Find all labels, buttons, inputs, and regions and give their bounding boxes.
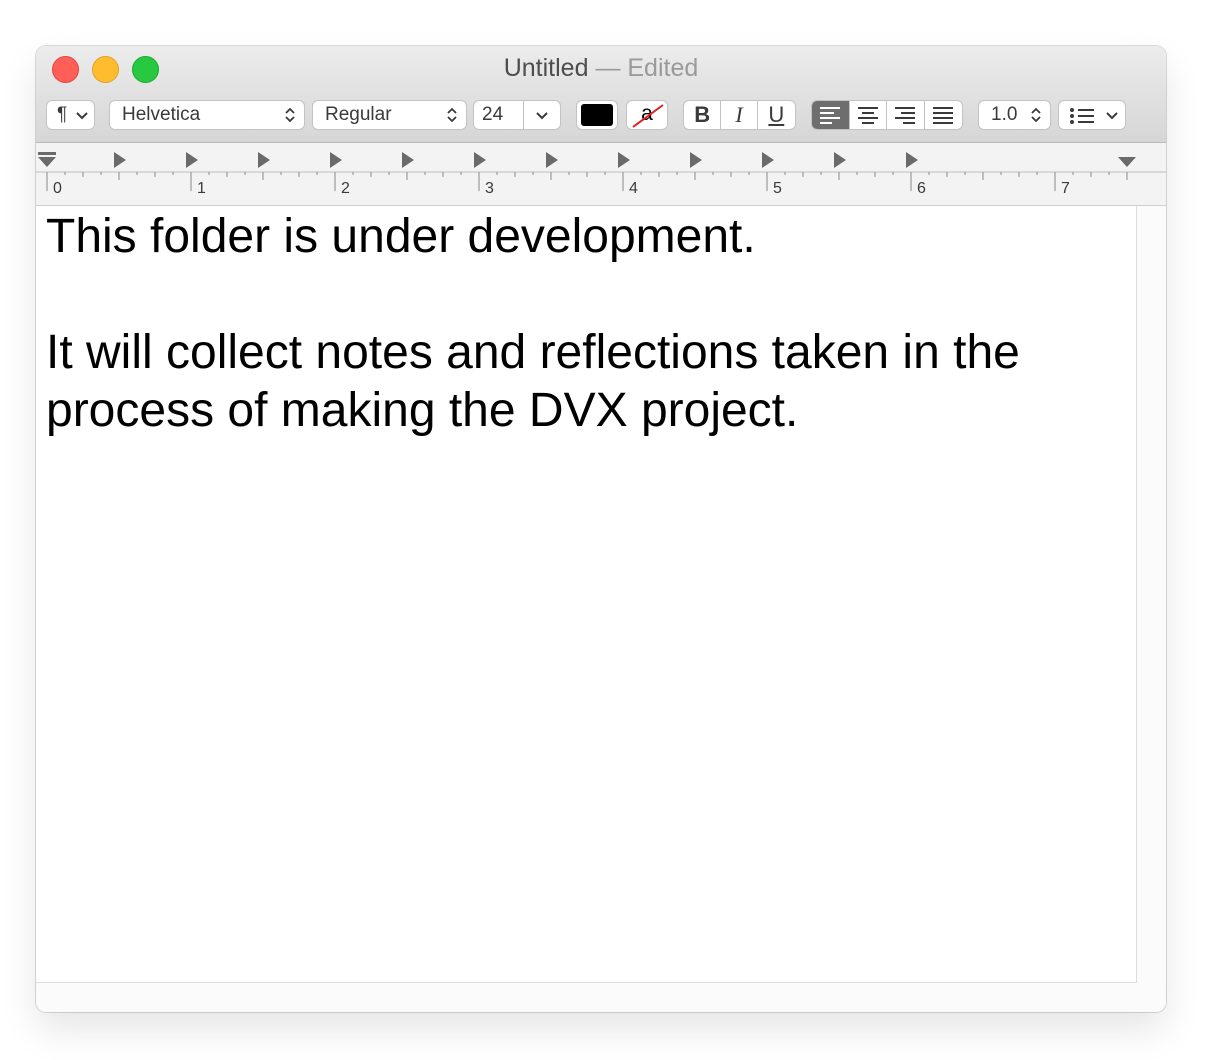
ruler-label: 0 xyxy=(53,180,62,197)
scrollbar-track[interactable] xyxy=(1137,206,1166,983)
no-highlight-icon xyxy=(632,104,664,128)
align-right-button[interactable] xyxy=(887,101,925,129)
font-family-value: Helvetica xyxy=(122,104,201,125)
chevron-down-icon xyxy=(1106,112,1118,120)
font-family-select[interactable]: Helvetica xyxy=(109,100,305,130)
ruler-label: 3 xyxy=(485,180,494,197)
tab-stop-marker[interactable] xyxy=(114,152,126,168)
divider xyxy=(523,101,524,129)
tab-stop-marker[interactable] xyxy=(330,152,342,168)
bulleted-list-icon xyxy=(1070,108,1094,124)
tab-stop-marker[interactable] xyxy=(402,152,414,168)
underline-button[interactable]: U xyxy=(758,101,795,129)
justify-button[interactable] xyxy=(925,101,962,129)
align-right-icon xyxy=(895,107,916,124)
ruler-label: 4 xyxy=(629,180,638,197)
ruler-label: 5 xyxy=(773,180,782,197)
document-name: Untitled xyxy=(503,54,589,82)
font-size-input[interactable]: 24 xyxy=(474,104,522,126)
ruler-label: 6 xyxy=(917,180,926,197)
paragraph: This folder is under development. xyxy=(46,210,756,263)
align-center-button[interactable] xyxy=(850,101,887,129)
ruler-label: 1 xyxy=(197,180,206,197)
empty-line xyxy=(46,266,1106,324)
tab-stop-marker[interactable] xyxy=(762,152,774,168)
list-style-button[interactable] xyxy=(1058,100,1126,130)
stepper-arrows-icon xyxy=(285,107,295,123)
right-margin-marker[interactable] xyxy=(1118,157,1136,167)
tab-stop-marker[interactable] xyxy=(906,152,918,168)
edited-indicator: — Edited xyxy=(595,54,699,82)
pilcrow-icon: ¶ xyxy=(57,104,68,125)
alignment-group xyxy=(811,100,963,130)
align-left-icon xyxy=(820,107,841,124)
ruler-label: 2 xyxy=(341,180,350,197)
highlight-color-well[interactable]: a xyxy=(626,100,668,130)
bold-button[interactable]: B xyxy=(684,101,722,129)
tab-stop-marker[interactable] xyxy=(834,152,846,168)
align-left-button[interactable] xyxy=(812,101,850,129)
textedit-window: Untitled — Edited ¶ Helvetica Regular 24… xyxy=(36,46,1166,1012)
horizontal-scroll-area[interactable] xyxy=(36,983,1166,1012)
document-text[interactable]: This folder is under development. It wil… xyxy=(46,208,1106,440)
text-color-well[interactable] xyxy=(576,100,618,130)
title-bar[interactable]: Untitled — Edited ¶ Helvetica Regular 24… xyxy=(36,46,1166,143)
font-style-select[interactable]: Regular xyxy=(312,100,467,130)
left-indent-marker[interactable] xyxy=(38,152,56,167)
tab-stop-marker[interactable] xyxy=(186,152,198,168)
line-spacing-select[interactable]: 1.0 xyxy=(978,100,1051,130)
chevron-down-icon xyxy=(76,112,88,120)
font-style-value: Regular xyxy=(325,104,392,125)
tab-stop-marker[interactable] xyxy=(618,152,630,168)
document-area[interactable]: This folder is under development. It wil… xyxy=(36,206,1137,983)
window-title: Untitled — Edited xyxy=(36,54,1166,83)
tab-stop-marker[interactable] xyxy=(546,152,558,168)
text-color-swatch xyxy=(581,104,613,126)
paragraph: It will collect notes and reflections ta… xyxy=(46,326,1020,437)
ruler[interactable]: 0 1 2 3 4 5 6 7 xyxy=(36,143,1166,206)
line-spacing-value: 1.0 xyxy=(991,104,1018,125)
text-style-group: B I U xyxy=(683,100,796,130)
ruler-label: 7 xyxy=(1061,180,1070,197)
justify-icon xyxy=(933,107,954,124)
italic-button[interactable]: I xyxy=(721,101,758,129)
tab-stop-marker[interactable] xyxy=(474,152,486,168)
paragraph-styles-button[interactable]: ¶ xyxy=(46,100,95,130)
stepper-arrows-icon xyxy=(1031,107,1041,123)
tab-stop-marker[interactable] xyxy=(690,152,702,168)
font-size-combo[interactable]: 24 xyxy=(473,100,561,130)
chevron-down-icon[interactable] xyxy=(535,111,549,121)
tab-stop-marker[interactable] xyxy=(258,152,270,168)
stepper-arrows-icon xyxy=(447,107,457,123)
align-center-icon xyxy=(857,107,878,124)
